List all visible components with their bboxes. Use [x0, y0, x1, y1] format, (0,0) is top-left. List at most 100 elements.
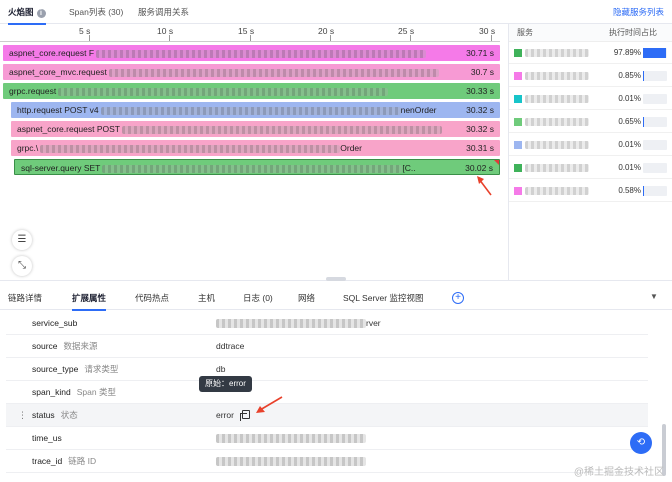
service-row[interactable]: 0.85%: [509, 65, 672, 87]
service-percent: 97.89%: [613, 48, 641, 57]
service-row[interactable]: 97.89%: [509, 42, 672, 64]
tab-flame-graph-label: 火焰图: [8, 7, 34, 17]
attribute-row-hovered[interactable]: ⋮ status 状态 error: [6, 404, 648, 427]
service-ratio-bar: [643, 140, 667, 150]
span-bar[interactable]: grpc.request 30.33 s: [3, 83, 500, 99]
span-duration: 30.71 s: [466, 48, 494, 58]
service-list-header: 服务 执行时间占比: [509, 24, 672, 42]
span-bar[interactable]: aspnet_core_mvc.request 30.7 s: [3, 64, 500, 80]
service-ratio-bar: [643, 117, 667, 127]
service-ratio-bar-fill: [643, 48, 667, 58]
ratio-column-header[interactable]: 执行时间占比: [609, 24, 657, 42]
service-ratio-bar: [643, 186, 667, 196]
tick-label: 25 s: [398, 26, 415, 36]
redacted-service-name: [525, 187, 589, 195]
service-row[interactable]: 0.65%: [509, 111, 672, 133]
span-bar-selected[interactable]: sql-server.query SET [C.. 30.02 s: [14, 159, 500, 175]
attribute-row[interactable]: source_type 请求类型 db: [6, 358, 648, 381]
hide-service-list-link[interactable]: 隐藏服务列表: [613, 0, 664, 24]
add-tab-button[interactable]: +: [452, 292, 464, 304]
service-color-swatch: [514, 95, 522, 103]
attribute-value: [216, 427, 366, 450]
redacted-service-name: [525, 95, 589, 103]
tick-mark: [169, 35, 170, 41]
attribute-row[interactable]: service_sub rver: [6, 312, 648, 335]
service-color-swatch: [514, 72, 522, 80]
service-list-panel: 服务 执行时间占比 97.89% 0.85% 0.01% 0.65% 0.01%…: [508, 24, 672, 280]
redacted-text: [216, 319, 366, 329]
span-bar[interactable]: http.request POST v4 nenOrder 30.32 s: [11, 102, 500, 118]
attribute-value: [216, 450, 366, 473]
tab-host[interactable]: 主机: [198, 286, 215, 310]
tab-flame-graph[interactable]: 火焰图 i: [8, 0, 46, 25]
service-ratio-bar: [643, 71, 667, 81]
span-label: aspnet_core.request POST: [17, 124, 121, 134]
collapse-icon[interactable]: ⤡: [12, 256, 32, 276]
span-bar[interactable]: aspnet_core.request POST 30.32 s: [11, 121, 500, 137]
span-label: sql-server.query SET: [21, 163, 101, 173]
service-row[interactable]: 0.58%: [509, 180, 672, 202]
service-row[interactable]: 0.01%: [509, 134, 672, 156]
annotation-arrow: [477, 176, 492, 196]
attribute-row[interactable]: trace_id 链路 ID: [6, 450, 648, 473]
assistant-button[interactable]: ⟲: [630, 432, 652, 454]
tab-service-call-graph[interactable]: 服务调用关系: [138, 0, 189, 24]
attribute-key: trace_id 链路 ID: [32, 456, 97, 466]
span-label: http.request POST v4: [17, 105, 99, 115]
error-marker: [494, 160, 499, 165]
tick-label: 15 s: [238, 26, 255, 36]
attribute-value: rver: [216, 312, 381, 335]
service-percent: 0.85%: [618, 71, 641, 80]
copy-icon[interactable]: [239, 410, 250, 421]
span-bar[interactable]: aspnet_core.request F 30.71 s: [3, 45, 500, 61]
redacted-service-name: [525, 72, 589, 80]
attribute-key: time_us: [32, 433, 62, 443]
tick-mark: [330, 35, 331, 41]
span-duration: 30.7 s: [470, 67, 494, 77]
redacted-text: [96, 49, 427, 58]
attribute-key: status 状态: [32, 410, 78, 420]
tab-extended-attributes[interactable]: 扩展属性: [72, 286, 107, 311]
span-duration: 30.02 s: [465, 163, 493, 173]
redacted-service-name: [525, 164, 589, 172]
resize-handle[interactable]: [326, 277, 346, 281]
attribute-row[interactable]: time_us: [6, 427, 648, 450]
tab-network[interactable]: 网络: [298, 286, 315, 310]
tick-mark: [89, 35, 90, 41]
watermark: @稀土掘金技术社区: [573, 467, 664, 478]
span-bar[interactable]: grpc.\ Order 30.31 s: [11, 140, 500, 156]
service-percent: 0.58%: [618, 186, 641, 195]
redacted-service-name: [525, 141, 589, 149]
service-row[interactable]: 0.01%: [509, 157, 672, 179]
service-percent: 0.01%: [618, 140, 641, 149]
collapse-panel-icon[interactable]: ▼: [650, 292, 660, 302]
service-row[interactable]: 0.01%: [509, 88, 672, 110]
redacted-text: [216, 434, 366, 444]
attribute-row[interactable]: source 数据来源 ddtrace: [6, 335, 648, 358]
tick-label: 10 s: [157, 26, 174, 36]
info-icon[interactable]: i: [36, 9, 46, 18]
tick-label: 20 s: [318, 26, 335, 36]
span-label: aspnet_core_mvc.request: [9, 67, 107, 77]
tooltip: 原始：error: [199, 376, 252, 392]
list-icon[interactable]: ☰: [12, 230, 32, 250]
tab-sql-server-monitor[interactable]: SQL Server 监控视图: [343, 286, 423, 310]
tab-trace-detail[interactable]: 链路详情: [8, 286, 42, 310]
redacted-text: [122, 125, 443, 134]
redacted-text: [102, 164, 403, 173]
annotation-arrow: [256, 396, 283, 413]
tick-mark: [410, 35, 411, 41]
tab-code-hotspot[interactable]: 代码热点: [135, 286, 169, 310]
row-menu-icon[interactable]: ⋮: [18, 404, 27, 427]
attribute-key: span_kind Span 类型: [32, 387, 116, 397]
redacted-service-name: [525, 118, 589, 126]
span-duration: 30.33 s: [466, 86, 494, 96]
service-color-swatch: [514, 141, 522, 149]
span-duration: 30.32 s: [466, 124, 494, 134]
flame-graph: 5 s 10 s 15 s 20 s 25 s 30 s aspnet_core…: [0, 24, 508, 280]
span-label: grpc.request: [9, 86, 57, 96]
tab-span-list[interactable]: Span列表 (30): [69, 0, 123, 24]
attribute-row[interactable]: span_kind Span 类型: [6, 381, 648, 404]
detail-tab-bar: 链路详情 扩展属性 代码热点 主机 日志 (0) 网络 SQL Server 监…: [0, 286, 672, 311]
tab-logs[interactable]: 日志 (0): [243, 286, 273, 310]
